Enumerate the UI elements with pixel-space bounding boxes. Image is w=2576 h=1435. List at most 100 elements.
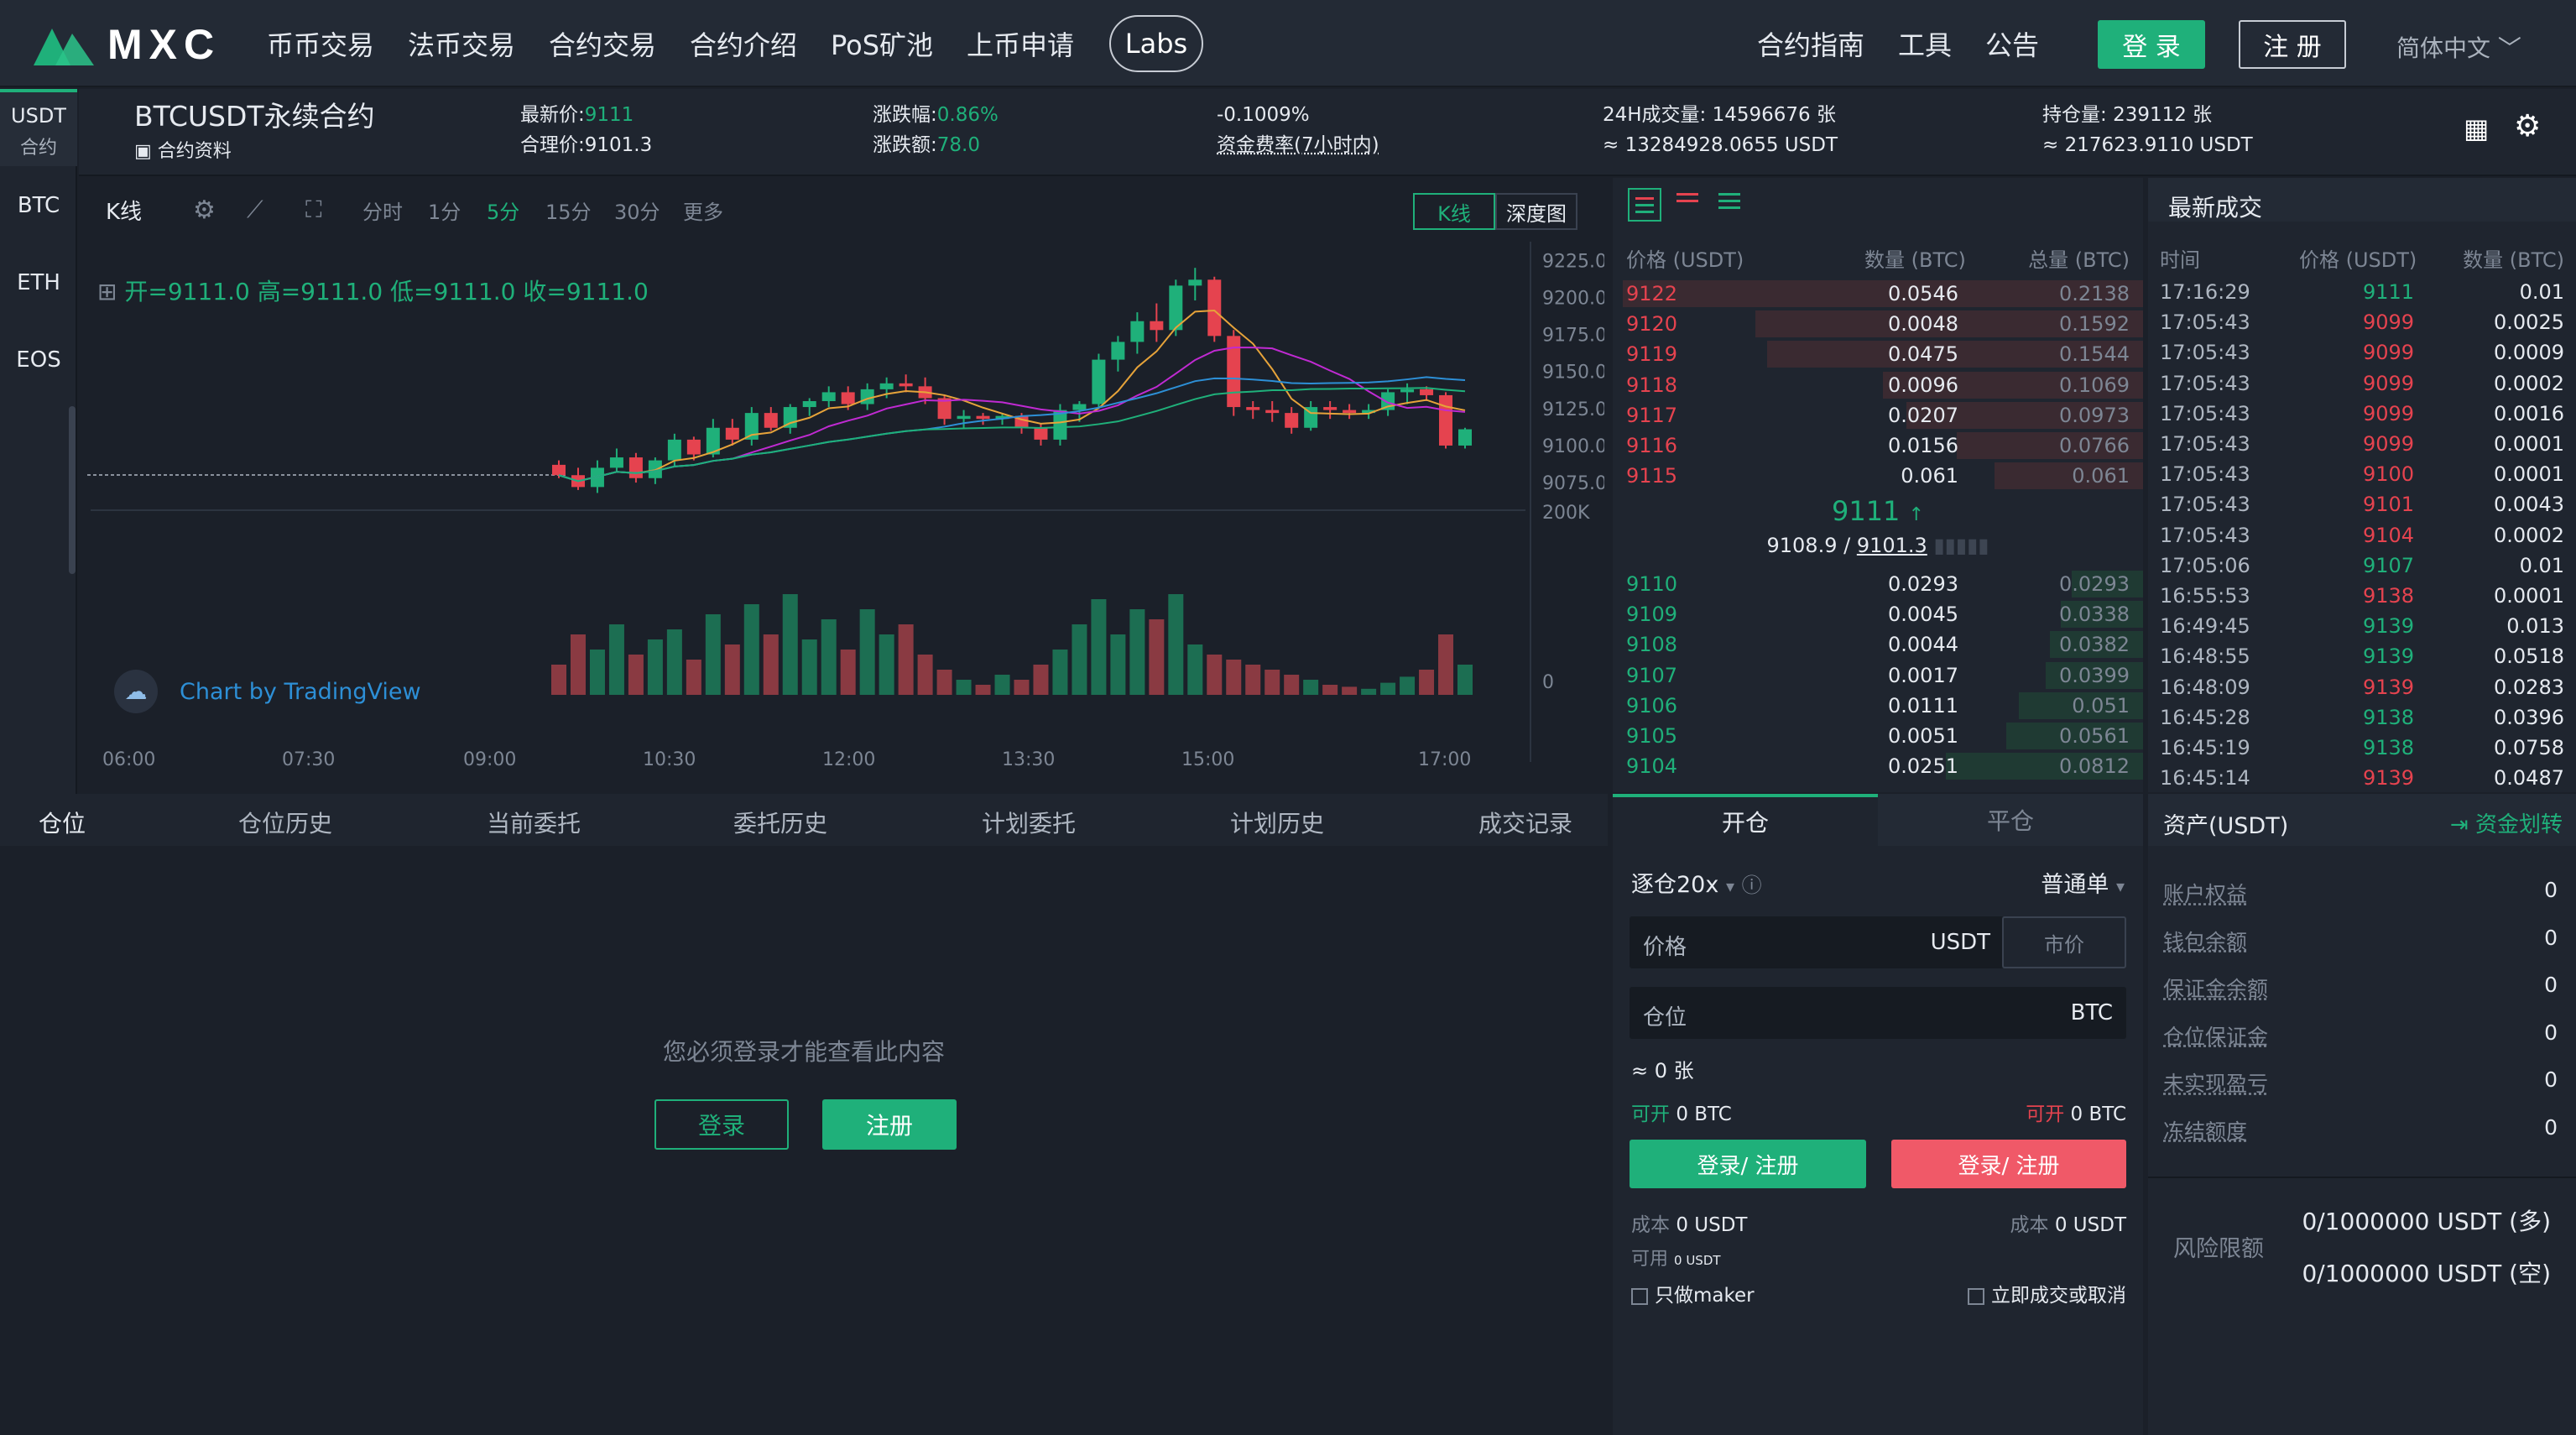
bid-row[interactable]: 9109 0.0045 0.0338 bbox=[1613, 599, 2143, 629]
interval-30m[interactable]: 30分 bbox=[614, 196, 660, 225]
trades-title: 最新成交 bbox=[2148, 178, 2576, 222]
y-tick-label: 9100.0 bbox=[1542, 436, 1604, 457]
ask-row[interactable]: 9122 0.0546 0.2138 bbox=[1613, 279, 2143, 309]
ask-row[interactable]: 9117 0.0207 0.0973 bbox=[1613, 400, 2143, 430]
indicator-icon[interactable]: ⟋ bbox=[247, 196, 263, 224]
nav-item-listing[interactable]: 上币申请 bbox=[967, 0, 1074, 87]
sidebar-scrollbar[interactable] bbox=[69, 406, 76, 574]
candle-body bbox=[1420, 389, 1434, 395]
price-input[interactable]: 价格 USDT bbox=[1630, 916, 2004, 968]
volume-bar bbox=[1457, 665, 1473, 695]
risk-limit-label: 风险限额 bbox=[2173, 1236, 2264, 1262]
gear-icon[interactable]: ⚙ bbox=[2514, 112, 2541, 142]
candle-body bbox=[764, 413, 778, 428]
contract-info-link[interactable]: ▣ 合约资料 bbox=[134, 138, 232, 166]
trade-price: 9138 bbox=[2363, 705, 2415, 729]
ask-row[interactable]: 9120 0.0048 0.1592 bbox=[1613, 309, 2143, 339]
settings-icon[interactable]: ⚙ bbox=[193, 196, 216, 225]
sidebar-item-eos[interactable]: EOS bbox=[0, 347, 77, 373]
nav-item-tools[interactable]: 工具 bbox=[1898, 0, 1952, 87]
view-kline-button[interactable]: K线 bbox=[1413, 193, 1495, 230]
bid-row[interactable]: 9106 0.0111 0.051 bbox=[1613, 691, 2143, 721]
nav-item-contract[interactable]: 合约交易 bbox=[549, 0, 656, 87]
transfer-link[interactable]: ⇥ 资金划转 bbox=[2450, 807, 2563, 838]
ask-row[interactable]: 9119 0.0475 0.1544 bbox=[1613, 339, 2143, 369]
calculator-icon[interactable]: ▦ bbox=[2464, 114, 2489, 143]
x-tick-label: 12:00 bbox=[822, 749, 875, 770]
book-view-asks-icon[interactable] bbox=[1676, 193, 1698, 202]
leverage-select[interactable]: 逐仓20x ▾ ⓘ bbox=[1631, 866, 1762, 899]
interval-1m[interactable]: 1分 bbox=[428, 196, 461, 225]
tab-position-history[interactable]: 仓位历史 bbox=[238, 806, 332, 839]
asset-label[interactable]: 钱包余额 bbox=[2163, 926, 2247, 956]
ask-row[interactable]: 9116 0.0156 0.0766 bbox=[1613, 430, 2143, 461]
checkbox-icon[interactable] bbox=[1968, 1287, 1984, 1305]
tab-plan-orders[interactable]: 计划委托 bbox=[982, 806, 1076, 839]
interval-15m[interactable]: 15分 bbox=[545, 196, 592, 225]
candle-body bbox=[1400, 389, 1415, 393]
bid-row[interactable]: 9105 0.0051 0.0561 bbox=[1613, 721, 2143, 751]
bid-row[interactable]: 9110 0.0293 0.0293 bbox=[1613, 569, 2143, 599]
positions-login-button[interactable]: 登录 bbox=[654, 1099, 789, 1150]
sidebar-item-btc[interactable]: BTC bbox=[0, 193, 77, 218]
register-button[interactable]: 注 册 bbox=[2239, 20, 2346, 69]
contract-symbol[interactable]: BTCUSDT永续合约 bbox=[134, 102, 375, 131]
asset-label[interactable]: 保证金余额 bbox=[2163, 973, 2268, 1003]
view-depth-button[interactable]: 深度图 bbox=[1495, 193, 1577, 230]
tradingview-watermark[interactable]: ☁ Chart by TradingView bbox=[114, 670, 421, 713]
price-cell: 9119 bbox=[1626, 342, 1678, 367]
maker-only-checkbox[interactable]: 只做maker bbox=[1631, 1279, 1755, 1307]
nav-item-guide[interactable]: 合约指南 bbox=[1757, 0, 1864, 87]
tab-positions[interactable]: 仓位 bbox=[39, 806, 86, 839]
book-view-bids-icon[interactable] bbox=[1718, 193, 1740, 209]
tab-open-orders[interactable]: 当前委托 bbox=[487, 806, 581, 839]
market-price-button[interactable]: 市价 bbox=[2002, 916, 2126, 968]
tab-close-position[interactable]: 平仓 bbox=[1878, 794, 2143, 846]
sidebar-item-eth[interactable]: ETH bbox=[0, 270, 77, 295]
asset-label[interactable]: 账户权益 bbox=[2163, 878, 2247, 908]
bid-row[interactable]: 9108 0.0044 0.0382 bbox=[1613, 629, 2143, 660]
trade-time: 17:05:43 bbox=[2160, 432, 2250, 456]
help-icon[interactable]: ⓘ bbox=[1742, 874, 1762, 897]
tab-trade-records[interactable]: 成交记录 bbox=[1478, 806, 1572, 839]
nav-item-announcements[interactable]: 公告 bbox=[1985, 0, 2039, 87]
language-select[interactable]: 简体中文 ﹀ bbox=[2396, 30, 2521, 64]
bid-row[interactable]: 9107 0.0017 0.0399 bbox=[1613, 660, 2143, 691]
asset-label[interactable]: 仓位保证金 bbox=[2163, 1020, 2268, 1051]
tab-order-history[interactable]: 委托历史 bbox=[733, 806, 827, 839]
ioc-checkbox[interactable]: 立即成交或取消 bbox=[1968, 1279, 2126, 1307]
nav-item-spot[interactable]: 币币交易 bbox=[267, 0, 374, 87]
candle-body bbox=[1092, 359, 1106, 404]
checkbox-icon[interactable] bbox=[1631, 1287, 1648, 1305]
interval-timeline[interactable]: 分时 bbox=[362, 196, 403, 225]
open-interest: 239112 张 bbox=[2113, 104, 2213, 126]
quantity-cell: 0.0048 bbox=[1888, 312, 1958, 337]
tab-plan-history[interactable]: 计划历史 bbox=[1230, 806, 1324, 839]
open-short-button[interactable]: 登录/ 注册 bbox=[1891, 1140, 2126, 1188]
asset-label[interactable]: 冻结额度 bbox=[2163, 1115, 2247, 1145]
nav-item-pos[interactable]: PoS矿池 bbox=[831, 0, 933, 87]
ask-row[interactable]: 9115 0.061 0.061 bbox=[1613, 461, 2143, 491]
order-type-select[interactable]: 普通单 ▾ bbox=[2041, 866, 2125, 899]
labs-button[interactable]: Labs bbox=[1109, 15, 1203, 72]
tab-open-position[interactable]: 开仓 bbox=[1613, 794, 1878, 846]
funding-rate-label[interactable]: 资金费率(7小时内) bbox=[1217, 131, 1379, 159]
nav-item-fiat[interactable]: 法币交易 bbox=[408, 0, 515, 87]
ask-row[interactable]: 9118 0.0096 0.1069 bbox=[1613, 370, 2143, 400]
nav-item-contract-intro[interactable]: 合约介绍 bbox=[690, 0, 797, 87]
interval-more[interactable]: 更多 bbox=[683, 196, 723, 225]
brand-logo[interactable]: MXC bbox=[34, 21, 221, 68]
fullscreen-icon[interactable]: ⛶ bbox=[305, 196, 322, 224]
y-tick-label: 9225.0 bbox=[1542, 251, 1604, 272]
amount-input[interactable]: 仓位 BTC bbox=[1630, 987, 2126, 1039]
positions-register-button[interactable]: 注册 bbox=[822, 1099, 957, 1150]
login-button[interactable]: 登 录 bbox=[2098, 20, 2205, 69]
interval-5m[interactable]: 5分 bbox=[487, 196, 519, 225]
open-long-button[interactable]: 登录/ 注册 bbox=[1630, 1140, 1866, 1188]
book-view-both-icon[interactable] bbox=[1628, 188, 1661, 222]
asset-label[interactable]: 未实现盈亏 bbox=[2163, 1067, 2268, 1098]
volume-bar bbox=[551, 665, 566, 695]
bid-row[interactable]: 9104 0.0251 0.0812 bbox=[1613, 751, 2143, 781]
total-cell: 0.0382 bbox=[2059, 633, 2130, 657]
x-tick-label: 07:30 bbox=[282, 749, 335, 770]
